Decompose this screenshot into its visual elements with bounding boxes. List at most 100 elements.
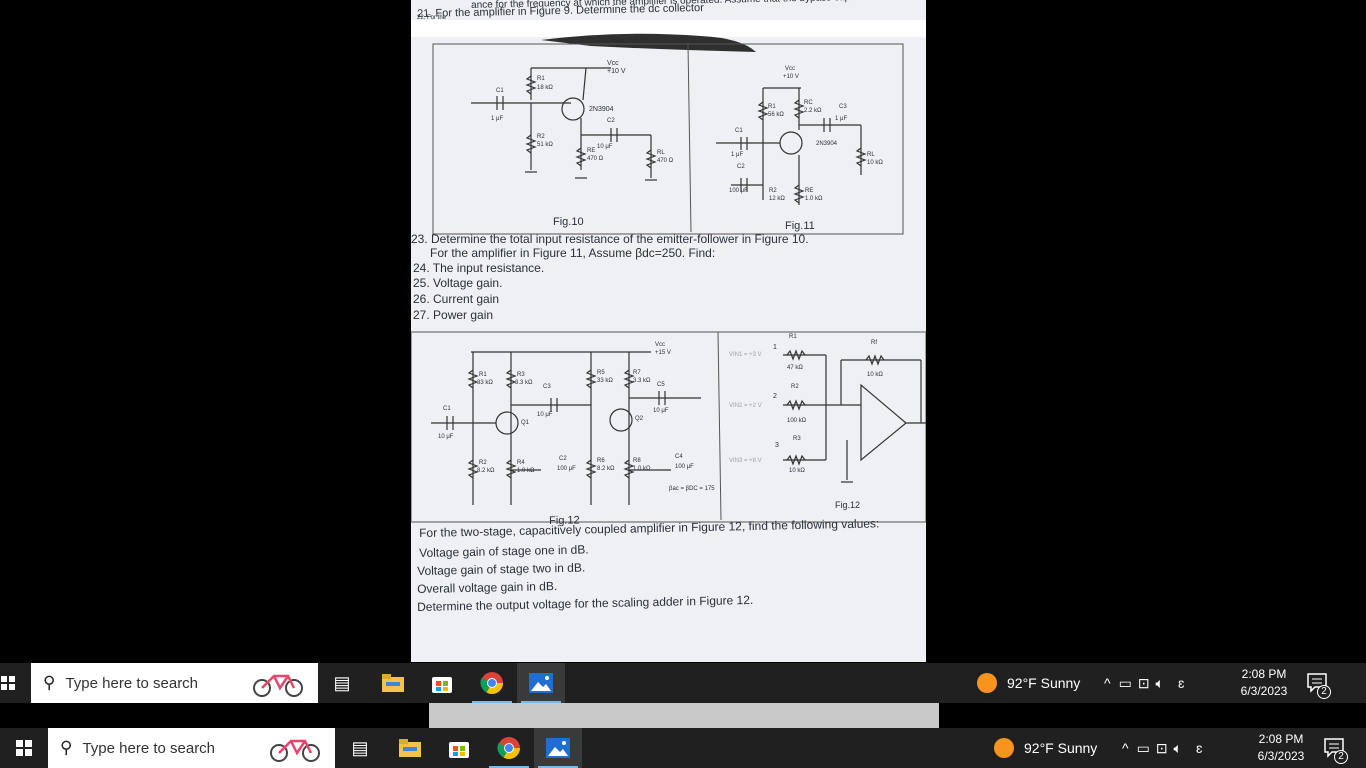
fig11-c2-value: 100 μF — [729, 188, 748, 194]
question-line: Overall voltage gain in dB. — [417, 579, 558, 596]
file-explorer-icon[interactable] — [386, 728, 434, 768]
chrome-icon[interactable] — [485, 728, 533, 768]
fig12a-c1: C1 — [443, 406, 451, 412]
task-view-icon[interactable]: ▤ — [318, 663, 366, 703]
fig12a-r4-value: 1.0 kΩ — [517, 468, 535, 474]
fig10-rl: RL — [657, 150, 665, 156]
clock-time: 2:08 PM — [1258, 732, 1304, 746]
weather-widget[interactable]: 92°F Sunny — [994, 728, 1097, 768]
sun-icon — [977, 673, 997, 693]
photo-edge-strip — [429, 703, 939, 728]
notification-center-icon[interactable]: 2 — [1322, 736, 1348, 764]
clock[interactable]: 2:08 PM 6/3/2023 — [1245, 731, 1317, 765]
fig11-rc-value: 2.2 kΩ — [804, 108, 822, 114]
fig10-c1-value: 1 μF — [491, 116, 504, 122]
fig12a-r5-value: 33 kΩ — [597, 378, 613, 384]
file-explorer-icon[interactable] — [369, 663, 417, 703]
sun-icon — [994, 738, 1014, 758]
chevron-up-icon[interactable]: ^ — [1104, 675, 1111, 691]
search-icon: ⚲ — [60, 738, 73, 757]
search-placeholder: Type here to search — [65, 674, 199, 692]
microsoft-store-icon[interactable] — [418, 663, 466, 703]
fig12a-vcc-value: +15 V — [655, 350, 671, 356]
fig12a-beta: βac = βDC = 175 — [669, 486, 715, 492]
start-button[interactable] — [0, 663, 16, 703]
fig11-c3-value: 1 μF — [835, 116, 848, 122]
input-indicator[interactable]: ɛ — [1196, 740, 1202, 756]
fig12a-r1-value: 33 kΩ — [477, 380, 493, 386]
start-button[interactable] — [0, 728, 48, 768]
fig10-r2: R2 — [537, 134, 545, 140]
fig12a-q1: Q1 — [521, 420, 530, 426]
clock[interactable]: 2:08 PM 6/3/2023 — [1228, 666, 1300, 700]
chrome-icon[interactable] — [468, 663, 516, 703]
windows-icon — [1, 676, 15, 690]
search-icon: ⚲ — [43, 673, 56, 692]
fig12b-rf: Rf — [871, 340, 877, 346]
search-placeholder: Type here to search — [82, 739, 216, 757]
network-icon[interactable]: ⊡ — [1156, 740, 1168, 757]
fig12a-c3-value: 10 μF — [537, 412, 553, 418]
fig11-rl: RL — [867, 152, 875, 158]
weather-text: 92°F Sunny — [1007, 675, 1081, 691]
fig12b-r2-value: 100 kΩ — [787, 418, 807, 424]
fig10-c2-value: 10 μF — [597, 144, 613, 150]
chevron-up-icon[interactable]: ^ — [1122, 740, 1129, 756]
fig12b-vin1: VIN1 = +3 V — [729, 352, 762, 358]
question-line: 27. Power gain — [413, 308, 494, 322]
fig10-r1-value: 18 kΩ — [537, 85, 553, 91]
bicycle-icon — [253, 674, 303, 697]
volume-icon[interactable]: 🔈︎ — [1156, 675, 1164, 692]
fig12a-c3: C3 — [543, 384, 551, 390]
search-box[interactable]: ⚲ Type here to search — [48, 728, 335, 768]
fig11-transistor: 2N3904 — [816, 141, 838, 147]
fig11-c1: C1 — [735, 128, 743, 134]
weather-widget[interactable]: 92°F Sunny — [977, 663, 1080, 703]
notification-badge: 2 — [1317, 685, 1331, 699]
question-line: 24. The input resistance. — [413, 261, 545, 275]
photos-icon[interactable] — [534, 728, 582, 768]
fig10-vcc-value: +10 V — [607, 68, 626, 75]
notification-center-icon[interactable]: 2 — [1305, 671, 1331, 699]
fig12b-r1-value: 47 kΩ — [787, 365, 803, 371]
fig12b-in2: 2 — [773, 393, 777, 400]
network-icon[interactable]: ⊡ — [1138, 675, 1150, 692]
fig10-c2: C2 — [607, 118, 615, 124]
fig12a-r7: R7 — [633, 370, 641, 376]
fig12a-c5: C5 — [657, 382, 665, 388]
search-box[interactable]: ⚲ Type here to search — [31, 663, 318, 703]
weather-text: 92°F Sunny — [1024, 740, 1098, 756]
volume-icon[interactable]: 🔈︎ — [1174, 740, 1182, 757]
photos-icon[interactable] — [517, 663, 565, 703]
doc-line: 22. For the — [417, 15, 447, 21]
fig10-r1: R1 — [537, 76, 545, 82]
battery-icon[interactable]: ▭ — [1137, 740, 1150, 757]
input-indicator[interactable]: ɛ — [1178, 675, 1184, 691]
fig11-re-value: 1.0 kΩ — [805, 196, 823, 202]
clock-date: 6/3/2023 — [1257, 749, 1305, 763]
microsoft-store-icon[interactable] — [435, 728, 483, 768]
fig12a-r3: R3 — [517, 372, 525, 378]
fig12a-r5: R5 — [597, 370, 605, 376]
fig11-c1-value: 1 μF — [731, 152, 744, 158]
fig12b-r2: R2 — [791, 384, 799, 390]
fig10-c1: C1 — [496, 88, 504, 94]
taskbar-lower: ⚲ Type here to search ▤ 92°F Sunny ^ ▭ ⊡… — [0, 728, 1366, 768]
task-view-icon[interactable]: ▤ — [336, 728, 384, 768]
fig11-rc: RC — [804, 100, 813, 106]
question-line: 23. Determine the total input resistance… — [411, 232, 809, 246]
fig12b-in3: 3 — [775, 442, 779, 449]
fig12b-rf-value: 10 kΩ — [867, 372, 883, 378]
fig11-vcc: Vcc — [785, 66, 796, 72]
system-tray[interactable]: ^ ▭ ⊡ 🔈︎ ɛ — [1122, 728, 1202, 768]
fig12a-r2-value: 8.2 kΩ — [477, 468, 495, 474]
fig11-c2: C2 — [737, 164, 745, 170]
fig10-re: RE — [587, 148, 596, 154]
fig11-r1-value: 56 kΩ — [768, 112, 784, 118]
clock-date: 6/3/2023 — [1240, 684, 1288, 698]
battery-icon[interactable]: ▭ — [1119, 675, 1132, 692]
system-tray[interactable]: ^ ▭ ⊡ 🔈︎ ɛ — [1104, 663, 1184, 703]
fig10-re-value: 470 Ω — [587, 156, 604, 162]
fig12a-r3-value: 3.3 kΩ — [515, 380, 533, 386]
fig12b-r1: R1 — [789, 334, 797, 340]
